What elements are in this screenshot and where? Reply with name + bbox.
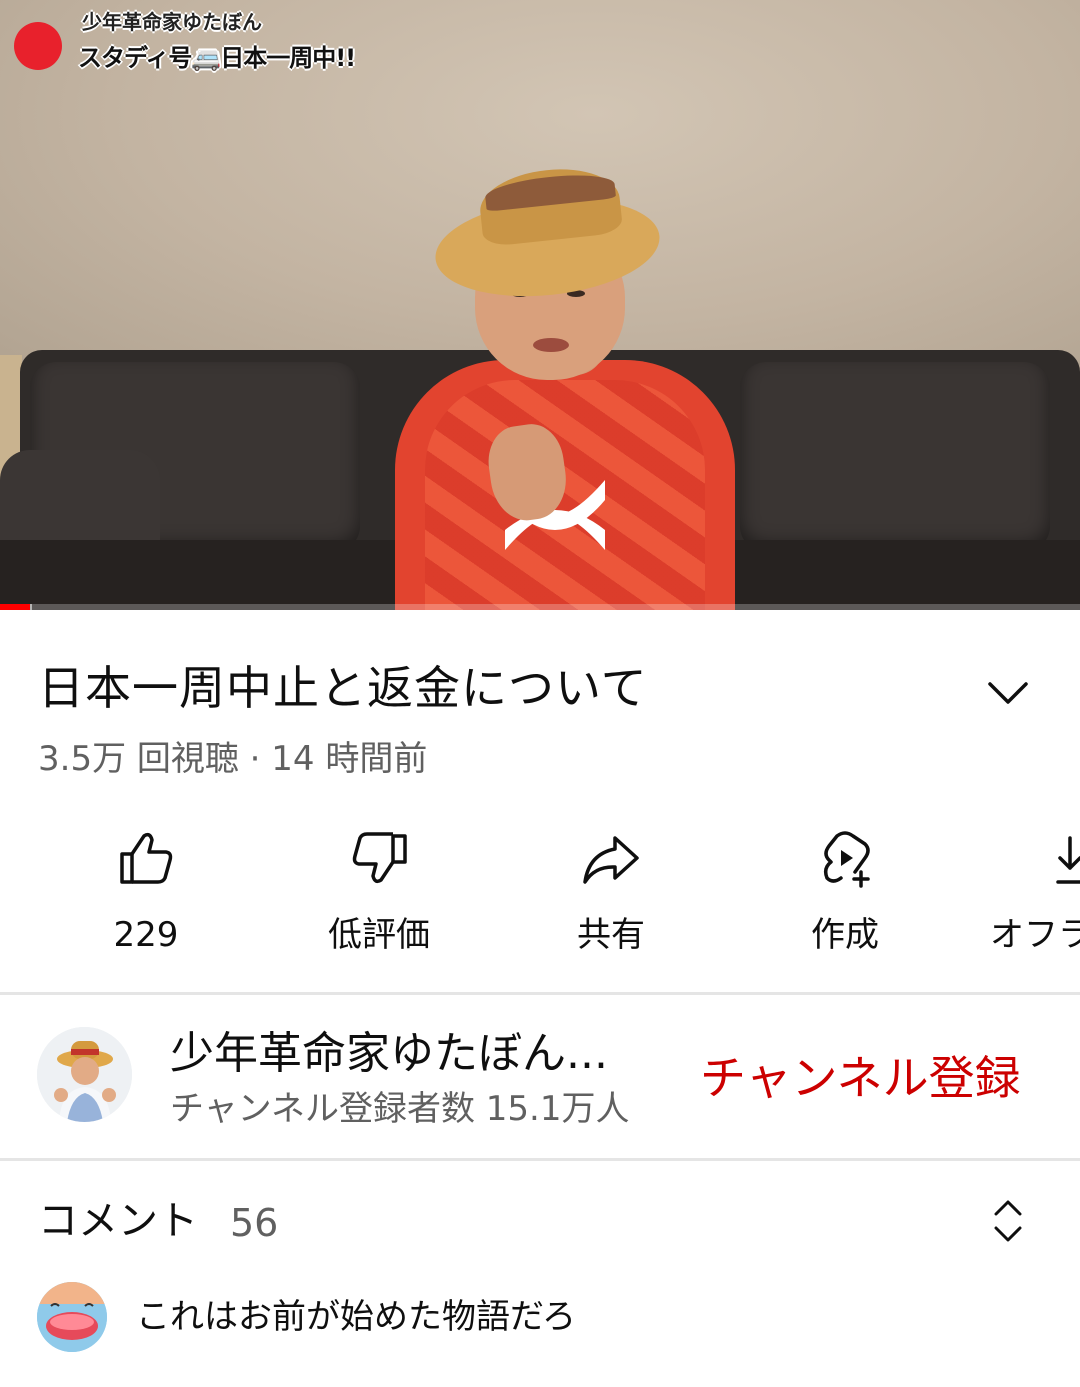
action-bar: 229 低評価 共有 作成 オフラ <box>0 820 1080 970</box>
comment-avatar-image <box>37 1282 107 1352</box>
download-icon <box>1056 836 1080 884</box>
download-button[interactable]: オフラ <box>990 820 1080 970</box>
create-icon <box>823 831 870 888</box>
overlay-logo-sun <box>14 22 62 70</box>
chevron-down-icon[interactable] <box>985 672 1031 712</box>
subscriber-count: チャンネル登録者数 15.1万人 <box>170 1089 630 1129</box>
video-player[interactable]: 少年革命家ゆたぼん スタディ号🚐日本一周中!! <box>0 0 1080 610</box>
video-title[interactable]: 日本一周中止と返金について <box>38 660 648 716</box>
video-sofa-cushion <box>740 362 1050 552</box>
download-label: オフラ <box>990 915 1080 955</box>
overlay-subtitle: スタディ号🚐日本一周中!! <box>78 44 356 72</box>
dislike-button[interactable]: 低評価 <box>279 820 479 970</box>
comment-avatar[interactable] <box>37 1282 107 1352</box>
create-label: 作成 <box>811 915 879 955</box>
comment-text: これはお前が始めた物語だろ <box>136 1297 576 1337</box>
progress-fill <box>0 604 31 610</box>
divider <box>0 1158 1080 1161</box>
create-button[interactable]: 作成 <box>745 820 945 970</box>
progress-bar[interactable] <box>0 604 1080 610</box>
channel-name[interactable]: 少年革命家ゆたぼん... <box>170 1026 608 1082</box>
like-count: 229 <box>113 915 179 955</box>
channel-avatar-image <box>37 1027 132 1122</box>
share-label: 共有 <box>577 915 645 955</box>
comments-heading[interactable]: コメント <box>38 1194 198 1248</box>
channel-avatar[interactable] <box>37 1027 132 1122</box>
dislike-label: 低評価 <box>328 915 430 955</box>
divider <box>0 992 1080 995</box>
thumbs-down-icon <box>352 832 407 884</box>
expand-collapse-icon[interactable] <box>990 1196 1026 1246</box>
overlay-title: 少年革命家ゆたぼん <box>82 10 262 34</box>
thumbs-up-icon <box>120 832 173 884</box>
share-icon <box>583 836 639 884</box>
share-button[interactable]: 共有 <box>511 820 711 970</box>
video-person <box>395 162 735 610</box>
subscribe-button[interactable]: チャンネル登録 <box>700 1046 1060 1110</box>
video-meta: 3.5万 回視聴 · 14 時間前 <box>38 739 428 779</box>
like-button[interactable]: 229 <box>46 820 246 970</box>
comments-count: 56 <box>230 1201 279 1245</box>
